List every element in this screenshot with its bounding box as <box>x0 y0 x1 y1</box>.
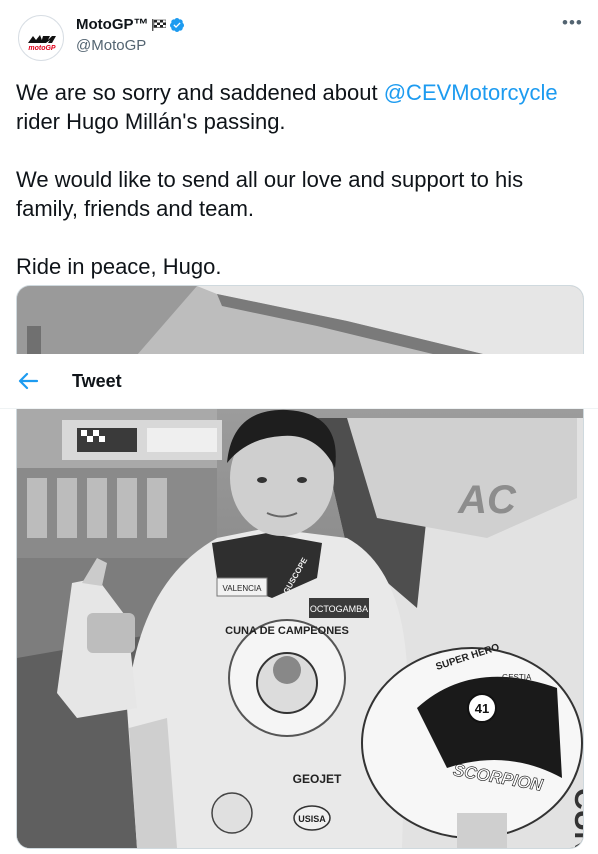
tweet-paragraph-3: Ride in peace, Hugo. <box>16 254 222 279</box>
tweet-photo-top[interactable] <box>16 285 584 355</box>
sponsor-usisa-text: USISA <box>298 814 326 824</box>
display-name[interactable]: MotoGP™ <box>76 15 185 35</box>
mention-link[interactable]: @CEVMotorcycle <box>384 80 558 105</box>
top-bar: Tweet <box>0 354 598 409</box>
tweet-paragraph-1: We are so sorry and saddened about @CEVM… <box>16 78 586 136</box>
sponsor-geojet-text: GEOJET <box>293 772 342 786</box>
garage-sign-text: CUNA <box>568 788 583 848</box>
helmet-sponsor-text: GESTIA <box>502 673 532 682</box>
tweet-text-part: We are so sorry and saddened about <box>16 80 384 105</box>
arrow-left-icon[interactable] <box>14 368 42 394</box>
motogp-logo-icon: motoGP <box>28 35 56 52</box>
photo-top-slice <box>17 286 583 355</box>
helmet-number-text: 41 <box>475 701 489 716</box>
sponsor-valencia-text: VALENCIA <box>223 584 263 593</box>
tweet-paragraph-2: We would like to send all our love and s… <box>16 167 524 221</box>
page-title: Tweet <box>72 371 122 391</box>
verified-badge-icon <box>169 18 184 32</box>
account-handle[interactable]: @MotoGP <box>76 36 146 56</box>
avatar-logo-text: motoGP <box>28 45 56 52</box>
avatar[interactable]: motoGP <box>18 15 64 61</box>
display-name-text: MotoGP™ <box>76 16 149 33</box>
sign-logo-text: AC <box>457 478 517 522</box>
more-dots-icon[interactable]: ••• <box>562 14 583 32</box>
rider-photo: AC CUNA CUNA DE CAMPEONES VALENCIA OCTOG… <box>17 408 583 848</box>
tweet-text: We are so sorry and saddened about @CEVM… <box>16 78 586 310</box>
chest-brand-text: CUNA DE CAMPEONES <box>225 625 349 637</box>
checkered-flag-icon <box>151 19 166 31</box>
sponsor-octogamba-text: OCTOGAMBA <box>310 604 368 614</box>
tweet-text-part: rider Hugo Millán's passing. <box>16 109 286 134</box>
tweet-photo[interactable]: AC CUNA CUNA DE CAMPEONES VALENCIA OCTOG… <box>16 408 584 849</box>
